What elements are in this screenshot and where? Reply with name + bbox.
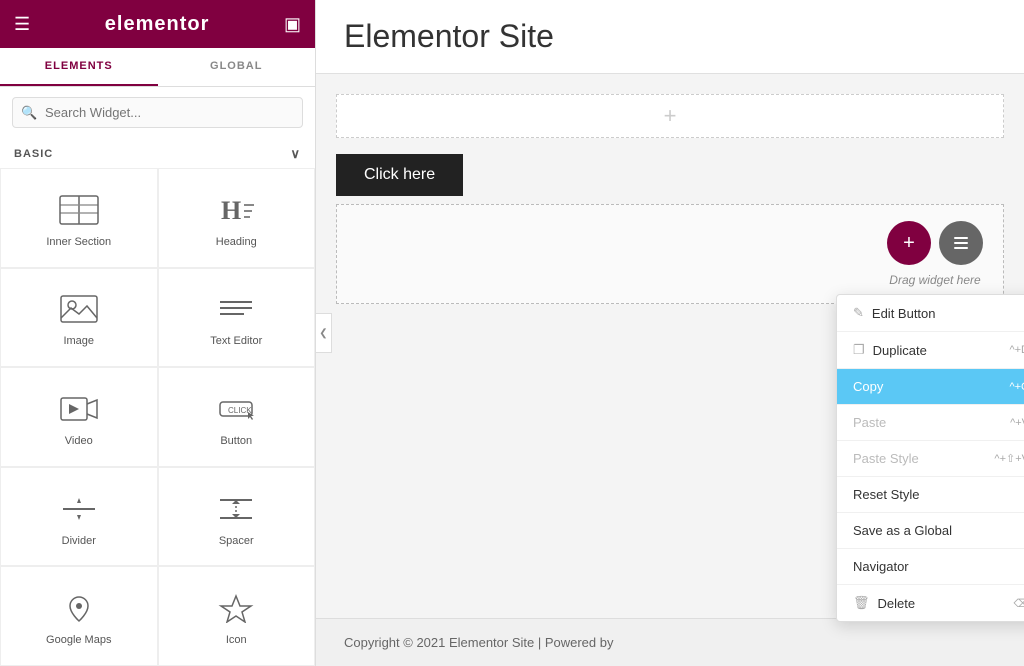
widget-inner-section-label: Inner Section xyxy=(46,236,111,248)
widget-heading[interactable]: H Heading xyxy=(158,168,316,268)
search-input[interactable] xyxy=(12,97,303,128)
ctx-save-as-global[interactable]: Save as a Global xyxy=(837,513,1024,549)
widget-google-maps-label: Google Maps xyxy=(46,634,111,646)
sidebar-logo: elementor xyxy=(105,13,210,36)
tab-global[interactable]: GLOBAL xyxy=(158,48,316,86)
widget-grid: Inner Section H Heading xyxy=(0,168,315,666)
icon-icon xyxy=(214,590,258,626)
page-footer: Copyright © 2021 Elementor Site | Powere… xyxy=(316,618,1024,666)
map-icon xyxy=(57,590,101,626)
sidebar-tabs: ELEMENTS GLOBAL xyxy=(0,48,315,87)
widget-button[interactable]: CLICK Button xyxy=(158,367,316,467)
ctx-navigator[interactable]: Navigator xyxy=(837,549,1024,585)
page-title: Elementor Site xyxy=(344,18,996,55)
drag-widget-label: Drag widget here xyxy=(889,273,980,287)
trash-icon: 🗑 xyxy=(853,595,870,611)
click-here-button[interactable]: Click here xyxy=(336,154,463,196)
drop-zone: + Drag widget here xyxy=(336,204,1004,304)
drag-widget-area: + Drag widget here xyxy=(887,221,983,287)
add-section-bar[interactable]: + xyxy=(336,94,1004,138)
inner-section-icon xyxy=(57,192,101,228)
ctx-copy[interactable]: Copy ^+C xyxy=(837,369,1024,405)
video-icon xyxy=(57,391,101,427)
chevron-down-icon[interactable]: ∨ xyxy=(290,146,301,162)
widget-google-maps[interactable]: Google Maps xyxy=(0,566,158,666)
image-icon xyxy=(57,291,101,327)
collapse-sidebar-button[interactable]: ❮ xyxy=(316,313,332,353)
canvas-area: + Click here ✎ Edit Button ❐ xyxy=(316,74,1024,618)
sidebar-header: ☰ elementor ▣ xyxy=(0,0,315,48)
context-menu: ✎ Edit Button ❐ Duplicate ^+D Cop xyxy=(836,294,1024,622)
widget-text-editor[interactable]: Text Editor xyxy=(158,268,316,368)
grid-icon[interactable]: ▣ xyxy=(284,14,301,35)
ctx-reset-style[interactable]: Reset Style xyxy=(837,477,1024,513)
button-row: Click here ✎ Edit Button ❐ Duplicate xyxy=(336,154,1004,196)
widget-video[interactable]: Video xyxy=(0,367,158,467)
widget-spacer-label: Spacer xyxy=(219,535,254,547)
divider-icon xyxy=(57,491,101,527)
drag-widget-button[interactable] xyxy=(939,221,983,265)
text-editor-icon xyxy=(214,291,258,327)
widget-icon-label: Icon xyxy=(226,634,247,646)
heading-icon: H xyxy=(214,192,258,228)
widget-video-label: Video xyxy=(65,435,93,447)
widget-button-label: Button xyxy=(220,435,252,447)
widget-icon[interactable]: Icon xyxy=(158,566,316,666)
spacer-icon xyxy=(214,491,258,527)
widget-inner-section[interactable]: Inner Section xyxy=(0,168,158,268)
widget-heading-label: Heading xyxy=(216,236,257,248)
ctx-edit-button[interactable]: ✎ Edit Button xyxy=(837,295,1024,332)
main-canvas: Elementor Site + Click here ✎ Edit Butto… xyxy=(316,0,1024,666)
widget-text-editor-label: Text Editor xyxy=(210,335,262,347)
ctx-delete[interactable]: 🗑 Delete ⌫ xyxy=(837,585,1024,621)
widget-image-label: Image xyxy=(63,335,94,347)
widget-spacer[interactable]: Spacer xyxy=(158,467,316,567)
hamburger-icon[interactable]: ☰ xyxy=(14,14,30,35)
search-box: 🔍 xyxy=(12,97,303,128)
widget-image[interactable]: Image xyxy=(0,268,158,368)
section-basic-label: BASIC ∨ xyxy=(0,138,315,168)
ctx-paste-style[interactable]: Paste Style ^+⇧+V xyxy=(837,441,1024,477)
widget-divider-label: Divider xyxy=(62,535,96,547)
tab-elements[interactable]: ELEMENTS xyxy=(0,48,158,86)
duplicate-icon: ❐ xyxy=(853,342,865,358)
button-widget-icon: CLICK xyxy=(214,391,258,427)
widget-divider[interactable]: Divider xyxy=(0,467,158,567)
plus-icon: + xyxy=(664,103,677,129)
ctx-duplicate[interactable]: ❐ Duplicate ^+D xyxy=(837,332,1024,369)
ctx-paste[interactable]: Paste ^+V xyxy=(837,405,1024,441)
search-icon: 🔍 xyxy=(21,105,37,121)
sidebar: ☰ elementor ▣ ELEMENTS GLOBAL 🔍 BASIC ∨ xyxy=(0,0,316,666)
svg-text:H: H xyxy=(221,196,241,225)
add-widget-button[interactable]: + xyxy=(887,221,931,265)
edit-icon: ✎ xyxy=(853,305,864,321)
main-header: Elementor Site xyxy=(316,0,1024,74)
